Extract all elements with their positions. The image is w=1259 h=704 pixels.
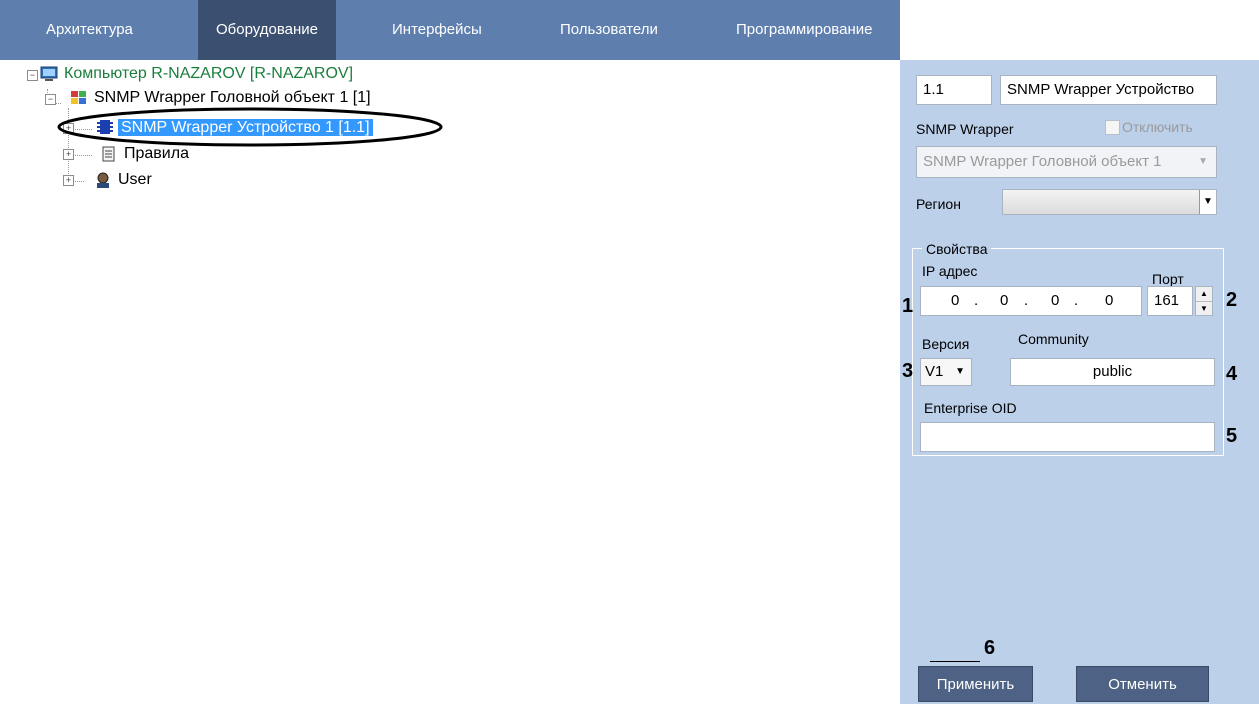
expand-user-toggle[interactable]: + bbox=[63, 175, 74, 186]
ip-address-input[interactable]: 0 . 0 . 0 . 0 bbox=[920, 286, 1142, 316]
callout-4: 4 bbox=[1226, 363, 1238, 385]
object-tree: − Компьютер R-NAZAROV [R-NAZAROV] − SNMP… bbox=[0, 60, 900, 704]
user-icon bbox=[97, 172, 109, 188]
cancel-button[interactable]: Отменить bbox=[1076, 666, 1209, 702]
version-value: V1 bbox=[925, 363, 944, 380]
enterprise-oid-label: Enterprise OID bbox=[924, 400, 1017, 416]
ip-octet-1: 0 bbox=[951, 292, 960, 309]
ip-octet-3: 0 bbox=[1051, 292, 1060, 309]
callout-2: 2 bbox=[1226, 289, 1238, 311]
tab-bar: Архитектура Оборудование Интерфейсы Поль… bbox=[0, 0, 900, 60]
stepper-down-icon[interactable]: ▼ bbox=[1196, 302, 1212, 316]
tree-item-user[interactable]: User bbox=[118, 169, 152, 191]
collapse-head-object-toggle[interactable]: − bbox=[45, 94, 56, 105]
rules-document-icon bbox=[102, 146, 115, 162]
ip-octet-2: 0 bbox=[1000, 292, 1009, 309]
object-name-field[interactable]: SNMP Wrapper Устройство bbox=[1000, 75, 1217, 105]
tree-item-computer[interactable]: Компьютер R-NAZAROV [R-NAZAROV] bbox=[64, 63, 353, 85]
tab-interfaces[interactable]: Интерфейсы bbox=[380, 0, 494, 60]
community-label: Community bbox=[1018, 331, 1089, 347]
properties-panel: 1.1 SNMP Wrapper Устройство SNMP Wrapper… bbox=[900, 60, 1259, 704]
tab-equipment[interactable]: Оборудование bbox=[198, 0, 336, 60]
callout-6: 6 bbox=[984, 637, 996, 659]
cube-icon bbox=[71, 91, 86, 104]
computer-icon bbox=[40, 66, 58, 81]
chevron-down-icon: ▼ bbox=[1198, 156, 1208, 167]
callout-line bbox=[930, 661, 980, 662]
version-select[interactable]: V1 ▼ bbox=[920, 358, 972, 386]
region-select[interactable]: ▼ bbox=[1002, 189, 1217, 215]
object-id-field[interactable]: 1.1 bbox=[916, 75, 992, 105]
chevron-down-icon: ▼ bbox=[955, 366, 965, 377]
callout-5: 5 bbox=[1226, 425, 1238, 447]
disable-checkbox[interactable] bbox=[1105, 120, 1120, 135]
parent-object-select[interactable]: SNMP Wrapper Головной объект 1 ▼ bbox=[916, 146, 1217, 178]
parent-object-value: SNMP Wrapper Головной объект 1 bbox=[923, 153, 1162, 170]
stepper-up-icon[interactable]: ▲ bbox=[1196, 287, 1212, 302]
callout-3: 3 bbox=[902, 360, 914, 382]
apply-button[interactable]: Применить bbox=[918, 666, 1033, 702]
tab-programming[interactable]: Программирование bbox=[724, 0, 884, 60]
tab-users[interactable]: Пользователи bbox=[548, 0, 670, 60]
expand-rules-toggle[interactable]: + bbox=[63, 149, 74, 160]
ip-dot: . bbox=[1024, 292, 1029, 309]
ip-address-label: IP адрес bbox=[922, 263, 978, 279]
community-input[interactable]: public bbox=[1010, 358, 1215, 386]
collapse-computer-toggle[interactable]: − bbox=[27, 70, 38, 81]
disable-label: Отключить bbox=[1122, 119, 1193, 135]
version-label: Версия bbox=[922, 336, 970, 352]
ip-dot: . bbox=[1074, 292, 1079, 309]
port-input[interactable]: 161 bbox=[1147, 286, 1193, 316]
tab-architecture[interactable]: Архитектура bbox=[34, 0, 145, 60]
tree-item-rules[interactable]: Правила bbox=[124, 143, 189, 165]
object-type-label: SNMP Wrapper bbox=[916, 121, 1014, 137]
port-stepper[interactable]: ▲ ▼ bbox=[1195, 286, 1213, 316]
properties-group-title: Свойства bbox=[922, 240, 992, 258]
ip-dot: . bbox=[974, 292, 979, 309]
region-label: Регион bbox=[916, 196, 961, 212]
chevron-down-icon[interactable]: ▼ bbox=[1199, 190, 1216, 214]
enterprise-oid-input[interactable] bbox=[920, 422, 1215, 452]
ip-octet-4: 0 bbox=[1105, 292, 1114, 309]
callout-1: 1 bbox=[902, 295, 914, 317]
highlight-ellipse bbox=[57, 107, 443, 147]
